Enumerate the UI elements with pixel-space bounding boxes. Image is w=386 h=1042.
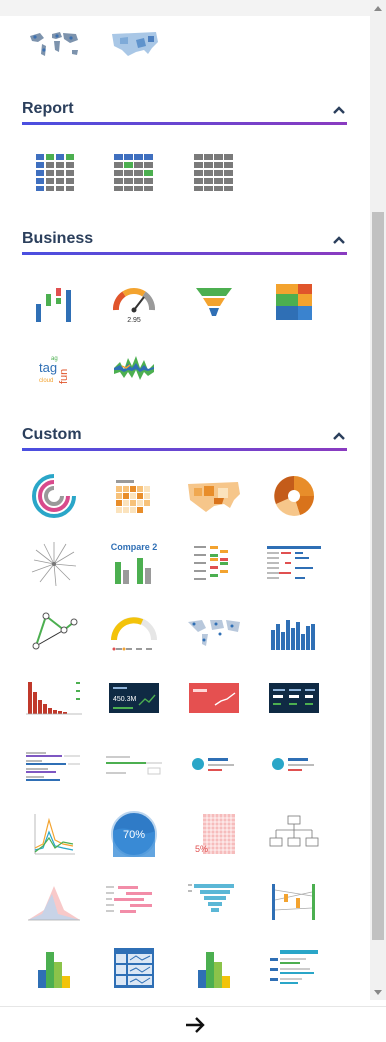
semi-gauge-chart-option[interactable] — [102, 604, 166, 660]
business-section-header[interactable]: Business — [22, 226, 347, 256]
multi-line-chart-option[interactable] — [22, 806, 86, 862]
chevron-up-icon[interactable] — [331, 428, 347, 444]
custom-row-1 — [22, 468, 342, 524]
treemap-chart-option[interactable] — [262, 274, 326, 330]
scatter-map-chart-option[interactable] — [182, 604, 246, 660]
top-strip — [0, 0, 370, 16]
compare-title: Compare 2 — [111, 542, 158, 552]
sorted-bar-chart-option[interactable] — [182, 874, 246, 930]
stacked-column-chart-option[interactable] — [182, 940, 246, 996]
kpi-light-alt-chart-option[interactable] — [262, 738, 326, 794]
radial-tree-chart-option[interactable] — [22, 536, 86, 592]
table-chart-option[interactable] — [102, 144, 166, 200]
gauge-chart-option[interactable]: 2.95 — [102, 274, 166, 330]
fun-word: fun — [58, 369, 70, 384]
custom-row-2: Compare 2 — [22, 536, 342, 592]
radial-pie-chart-option[interactable] — [262, 468, 326, 524]
custom-section-header[interactable]: Custom — [22, 422, 347, 452]
tag-word: tag — [39, 360, 57, 375]
slope-chart-option[interactable] — [262, 874, 326, 930]
business-section-divider — [22, 252, 347, 255]
custom-section-divider — [22, 448, 347, 451]
us-map-chart-option[interactable] — [102, 16, 166, 72]
pareto-chart-option[interactable] — [22, 670, 86, 726]
streamgraph-chart-option[interactable] — [102, 340, 166, 396]
pivot-table-chart-option[interactable] — [22, 144, 86, 200]
gauge-value: 2.95 — [127, 317, 141, 324]
business-row-1: 2.95 — [22, 274, 342, 330]
ag-word: ag — [51, 356, 58, 362]
comparison-table-chart-option[interactable] — [262, 536, 326, 592]
progress-list-chart-option[interactable] — [102, 738, 166, 794]
custom-row-6: 70% 5% — [22, 806, 342, 862]
business-section-title: Business — [22, 230, 94, 247]
kpi-light-chart-option[interactable] — [182, 738, 246, 794]
report-row — [22, 144, 262, 200]
list-widget-chart-option[interactable] — [262, 940, 326, 996]
custom-row-8 — [22, 940, 342, 996]
waffle-chart-option[interactable]: 5% — [182, 806, 246, 862]
area-distribution-chart-option[interactable] — [22, 874, 86, 930]
tag-cloud-chart-option[interactable]: tag cloud ag fun — [22, 340, 86, 396]
world-map-chart-option[interactable] — [22, 16, 86, 72]
custom-row-5 — [22, 738, 342, 794]
waffle-percent: 5% — [195, 844, 208, 854]
dashboard-grid-chart-option[interactable] — [102, 940, 166, 996]
gantt-chart-option[interactable] — [102, 874, 166, 930]
kpi-card-red-chart-option[interactable] — [182, 670, 246, 726]
report-section-title: Report — [22, 100, 74, 117]
choropleth-map-chart-option[interactable] — [182, 468, 246, 524]
custom-row-4: 450.3M — [22, 670, 342, 726]
custom-row-3 — [22, 604, 342, 660]
chart-type-panel: Report Business 2.95 tag cloud ag fun Cu… — [0, 0, 370, 1000]
org-chart-option[interactable] — [262, 806, 326, 862]
compare-bar-chart-option[interactable]: Compare 2 — [102, 536, 166, 592]
waterfall-chart-option[interactable] — [22, 274, 86, 330]
report-section-divider — [22, 122, 347, 125]
arrow-right-icon[interactable] — [183, 1015, 207, 1035]
network-graph-chart-option[interactable] — [22, 604, 86, 660]
kpi-number: 450.3M — [113, 696, 137, 703]
business-row-2: tag cloud ag fun — [22, 340, 182, 396]
column-chart-option[interactable] — [262, 604, 326, 660]
bullet-list-chart-option[interactable] — [22, 738, 86, 794]
funnel-chart-option[interactable] — [182, 274, 246, 330]
report-section-header[interactable]: Report — [22, 96, 347, 126]
scrollbar-thumb[interactable] — [372, 212, 384, 940]
calendar-heatmap-chart-option[interactable] — [102, 468, 166, 524]
horizontal-bar-matrix-chart-option[interactable] — [182, 536, 246, 592]
scroll-up-arrow-icon[interactable] — [374, 6, 382, 11]
chevron-up-icon[interactable] — [331, 232, 347, 248]
raw-table-chart-option[interactable] — [182, 144, 246, 200]
custom-section-title: Custom — [22, 426, 82, 443]
liquid-percent: 70% — [123, 829, 145, 841]
scroll-down-arrow-icon[interactable] — [374, 990, 382, 995]
kpi-grid-dark-chart-option[interactable] — [262, 670, 326, 726]
radial-bar-chart-option[interactable] — [22, 468, 86, 524]
liquid-fill-chart-option[interactable]: 70% — [102, 806, 166, 862]
vertical-scrollbar[interactable] — [370, 0, 386, 1000]
chevron-up-icon[interactable] — [331, 102, 347, 118]
maps-row — [22, 16, 182, 72]
grouped-column-chart-option[interactable] — [22, 940, 86, 996]
kpi-card-dark-chart-option[interactable]: 450.3M — [102, 670, 166, 726]
cloud-word: cloud — [39, 378, 53, 384]
custom-row-7 — [22, 874, 342, 930]
panel-footer — [0, 1006, 386, 1042]
